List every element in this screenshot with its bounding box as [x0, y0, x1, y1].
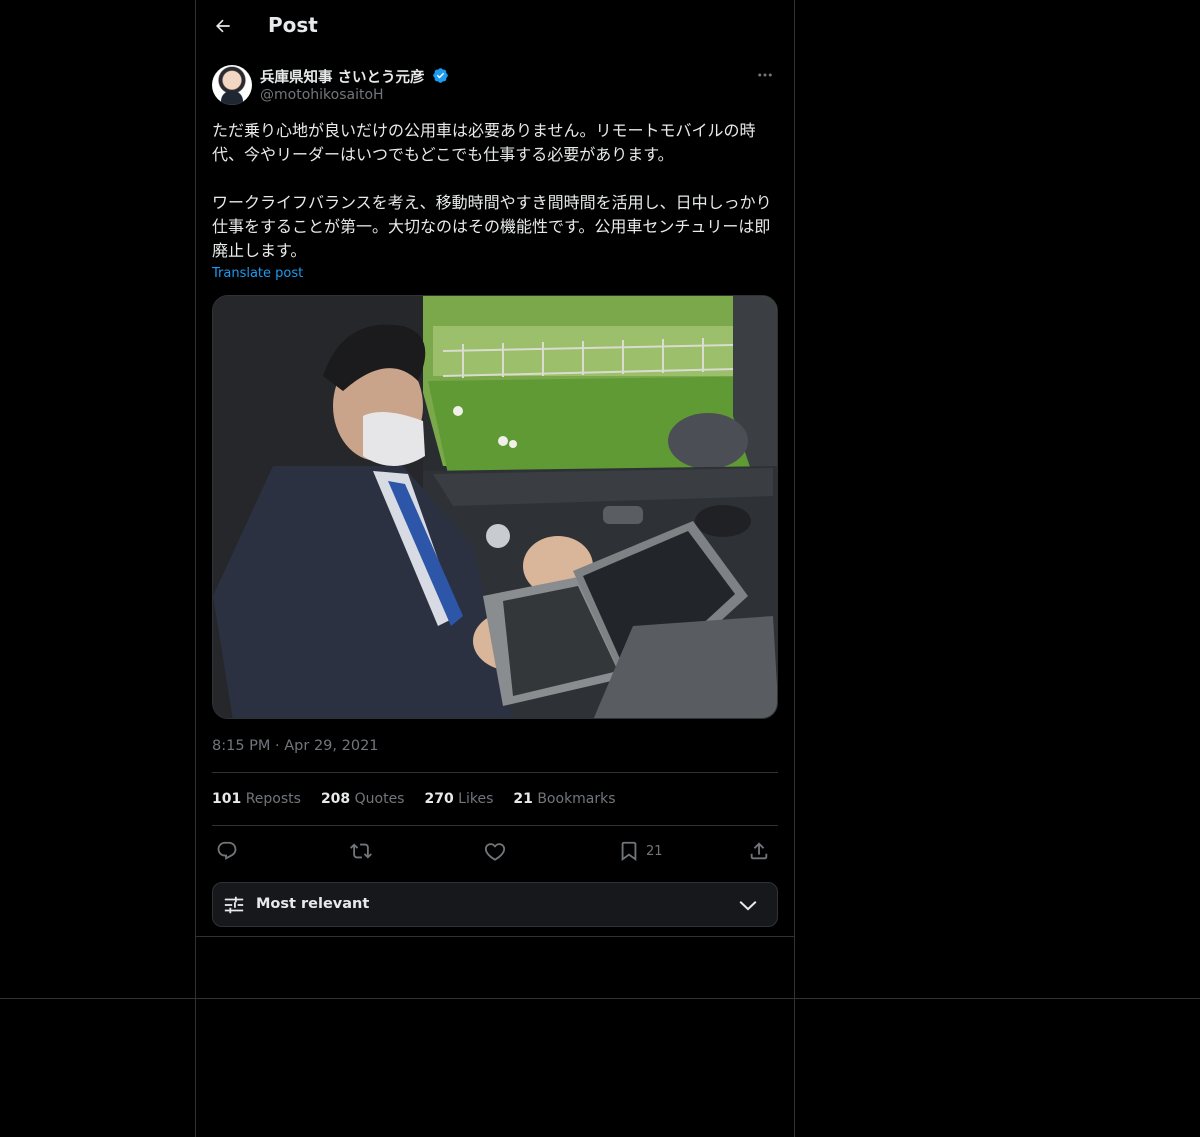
like-button[interactable] [484, 838, 506, 864]
reply-sort-dropdown[interactable]: Most relevant [212, 882, 778, 927]
more-button[interactable] [752, 64, 778, 86]
repost-button[interactable] [350, 838, 372, 864]
post-timestamp[interactable]: 8:15 PM · Apr 29, 2021 [212, 738, 379, 754]
share-icon [750, 842, 768, 860]
reply-button[interactable] [216, 838, 238, 864]
top-bar: Post [196, 0, 794, 54]
author-name[interactable]: 兵庫県知事 さいとう元彦 [260, 66, 425, 87]
repost-icon [350, 843, 372, 859]
bookmark-count: 21 [646, 843, 663, 859]
photo-illustration [213, 296, 777, 718]
more-horizontal-icon [758, 73, 772, 77]
page-divider [0, 998, 1200, 999]
post-stats: 101 Reposts 208 Quotes 270 Likes 21 Book… [212, 791, 778, 811]
translate-post-link[interactable]: Translate post [212, 266, 303, 281]
likes-stat[interactable]: 270 Likes [424, 791, 493, 811]
reposts-count: 101 [212, 791, 242, 807]
back-button[interactable] [208, 11, 238, 41]
likes-count: 270 [424, 791, 454, 807]
column-divider [195, 936, 795, 937]
quotes-count: 208 [320, 791, 351, 807]
bookmark-button[interactable]: 21 [618, 838, 663, 864]
sort-label: Most relevant [256, 896, 370, 912]
reposts-stat[interactable]: 101 Reposts [212, 791, 301, 811]
bookmarks-label: Bookmarks [537, 791, 616, 807]
avatar[interactable] [212, 65, 252, 105]
heart-icon [484, 843, 506, 861]
share-button[interactable] [748, 838, 770, 864]
author-handle[interactable]: @motohikosaitoH [260, 87, 384, 103]
reposts-label: Reposts [245, 791, 301, 807]
chevron-down-icon [739, 901, 757, 911]
bookmarks-stat[interactable]: 21 Bookmarks [513, 791, 615, 811]
divider [212, 772, 778, 773]
post-photo[interactable] [212, 295, 778, 719]
page: Post 兵庫県知事 さいとう元彦 @motohikosaitoH ただ乗り心地… [0, 0, 1200, 1137]
bookmarks-count: 21 [513, 791, 533, 807]
reply-icon [217, 841, 237, 860]
main-column: Post 兵庫県知事 さいとう元彦 @motohikosaitoH ただ乗り心地… [195, 0, 795, 1137]
post-text: ただ乗り心地が良いだけの公用車は必要ありません。リモートモバイルの時代、今やリー… [212, 121, 772, 260]
page-title: Post [268, 13, 318, 37]
author-row: 兵庫県知事 さいとう元彦 @motohikosaitoH [212, 64, 778, 108]
verified-badge-icon [433, 68, 448, 83]
divider [212, 825, 778, 826]
sliders-icon [224, 896, 244, 914]
quotes-stat[interactable]: 208 Quotes [321, 791, 405, 811]
quotes-label: Quotes [354, 791, 405, 807]
likes-label: Likes [458, 791, 494, 807]
bookmark-icon [621, 841, 637, 862]
arrow-left-icon [216, 19, 230, 33]
action-bar: 21 [212, 838, 778, 864]
